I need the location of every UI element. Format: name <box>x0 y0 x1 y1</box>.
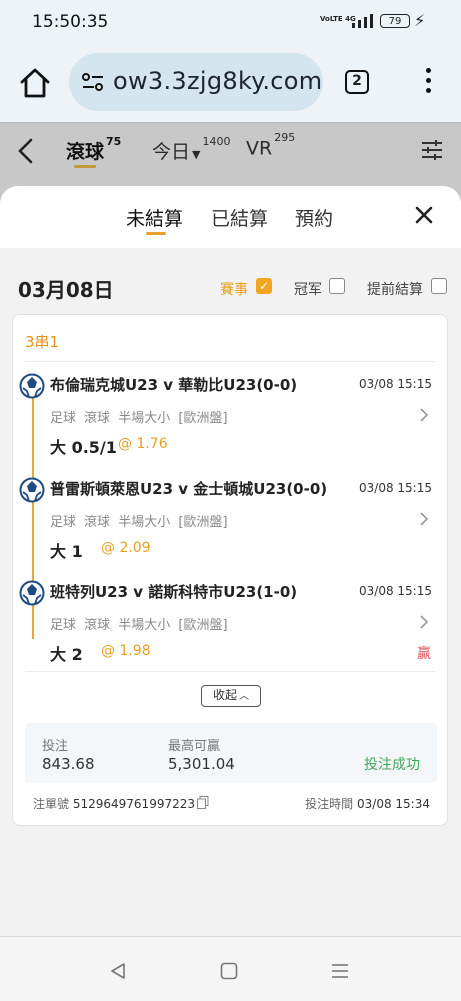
filter-event-checkbox[interactable]: ✓ <box>256 278 272 294</box>
market-info: 足球 滾球 半場大小 [歐洲盤] <box>50 618 228 633</box>
bet-leg[interactable]: 班特列U23 v 諾斯科特市U23(1-0) 03/08 15:15 足球 滾球… <box>13 580 449 684</box>
system-nav-bar <box>0 936 461 1001</box>
parlay-type: 3串1 <box>25 333 60 351</box>
ticket-value: 5129649761997223 <box>72 797 195 811</box>
status-bar: 15:50:35 VoLTE 4G 79 ⚡ <box>0 0 461 44</box>
match-name: 普雷斯頓萊恩U23 v 金士頓城U23(0-0) <box>50 480 328 498</box>
battery-icon: 79 <box>380 14 410 28</box>
divider <box>25 671 435 672</box>
more-menu-icon[interactable] <box>424 68 432 98</box>
tab-unsettled[interactable]: 未結算 <box>126 204 184 235</box>
bet-card: 3串1 布倫瑞克城U23 v 華勒比U23(0-0) 03/08 15:15 足… <box>12 314 448 826</box>
active-tab-underline <box>146 232 166 235</box>
bet-status: 投注成功 <box>364 757 420 773</box>
soccer-ball-icon <box>19 580 45 606</box>
status-time: 15:50:35 <box>32 12 109 32</box>
stake-label: 投注 <box>42 739 69 754</box>
selection: 大 2 <box>50 645 83 664</box>
filter-event-label: 賽事 <box>220 282 248 298</box>
collapse-label: 收起 <box>212 688 237 702</box>
tab-vr-count: 295 <box>274 131 296 144</box>
bet-time: 投注時間 03/08 15:34 <box>305 795 430 812</box>
tab-rolling-count: 75 <box>106 134 122 148</box>
odds: @ 1.76 <box>118 436 168 452</box>
filter-champion-checkbox[interactable] <box>329 278 345 294</box>
tab-unsettled-label: 未結算 <box>126 208 184 230</box>
max-win-label: 最高可贏 <box>168 739 221 754</box>
nav-back-icon[interactable] <box>108 961 128 981</box>
match-time: 03/08 15:15 <box>359 584 432 598</box>
tab-today[interactable]: 今日 ▼1400 <box>152 134 231 164</box>
odds: @ 2.09 <box>101 540 151 556</box>
stake-summary: 投注 843.68 最高可贏 5,301.04 投注成功 <box>25 723 437 783</box>
chevron-right-icon[interactable] <box>419 407 429 423</box>
home-icon[interactable] <box>18 66 52 100</box>
bet-date: 03月08日 <box>18 278 114 302</box>
market-info: 足球 滾球 半場大小 [歐洲盤] <box>50 411 228 426</box>
match-name: 布倫瑞克城U23 v 華勒比U23(0-0) <box>50 376 298 394</box>
chevron-right-icon[interactable] <box>419 614 429 630</box>
market-info: 足球 滾球 半場大小 [歐洲盤] <box>50 515 228 530</box>
address-bar[interactable]: ow3.3zjg8ky.com <box>69 53 323 111</box>
tab-today-count: 1400 <box>202 134 231 148</box>
back-arrow-icon[interactable] <box>14 137 38 165</box>
date-filter-row: 03月08日 賽事 ✓ 冠军 提前結算 <box>0 274 461 304</box>
tab-vr-label: VR <box>246 137 273 160</box>
divider <box>25 361 435 362</box>
odds: @ 1.98 <box>101 643 151 659</box>
selection: 大 1 <box>50 542 83 561</box>
collapse-button[interactable]: 收起 ︿ <box>201 685 261 707</box>
signal-bars-icon <box>352 14 373 28</box>
tab-settled[interactable]: 已結算 <box>211 204 268 231</box>
filter-sliders-icon[interactable] <box>420 138 444 162</box>
url-text: ow3.3zjg8ky.com <box>113 67 323 95</box>
site-settings-icon[interactable] <box>81 72 105 92</box>
nav-home-icon[interactable] <box>219 961 239 981</box>
selection: 大 0.5/1 <box>50 438 117 457</box>
leg-result: 贏 <box>417 646 431 662</box>
close-icon[interactable] <box>414 205 434 225</box>
nav-recents-icon[interactable] <box>330 961 350 981</box>
stake-value: 843.68 <box>42 755 95 773</box>
tab-rolling-label: 滾球 <box>66 141 105 163</box>
tab-vr[interactable]: VR 295 <box>246 131 295 160</box>
active-tab-underline <box>74 165 96 168</box>
bet-time-label: 投注時間 <box>305 797 354 811</box>
filter-cashout-label: 提前結算 <box>367 282 423 298</box>
bet-leg[interactable]: 布倫瑞克城U23 v 華勒比U23(0-0) 03/08 15:15 足球 滾球… <box>13 373 449 477</box>
browser-toolbar: ow3.3zjg8ky.com 2 <box>0 44 461 122</box>
tab-today-label: 今日 <box>152 141 191 163</box>
soccer-ball-icon <box>19 373 45 399</box>
bet-time-value: 03/08 15:34 <box>357 797 430 811</box>
bet-history-sheet: 未結算 已結算 預約 03月08日 賽事 ✓ 冠军 提前結算 3串1 布倫瑞克城… <box>0 186 461 936</box>
match-time: 03/08 15:15 <box>359 377 432 391</box>
bet-leg[interactable]: 普雷斯頓萊恩U23 v 金士頓城U23(0-0) 03/08 15:15 足球 … <box>13 477 449 581</box>
tab-reserved-label: 預約 <box>295 208 334 230</box>
charging-icon: ⚡ <box>414 11 426 30</box>
tab-reserved[interactable]: 預約 <box>295 204 333 231</box>
battery-level: 79 <box>388 16 402 27</box>
sheet-header: 未結算 已結算 預約 <box>0 186 461 248</box>
tab-settled-label: 已結算 <box>211 208 269 230</box>
ticket-label: 注單號 <box>33 797 70 811</box>
match-time: 03/08 15:15 <box>359 481 432 495</box>
tab-rolling[interactable]: 滾球 75 <box>66 134 122 168</box>
copy-icon[interactable] <box>197 796 209 809</box>
match-name: 班特列U23 v 諾斯科特市U23(1-0) <box>50 583 298 601</box>
max-win-value: 5,301.04 <box>168 755 235 773</box>
chevron-down-icon: ▼ <box>192 148 201 161</box>
filter-champion-label: 冠军 <box>294 282 322 298</box>
filter-cashout-checkbox[interactable] <box>431 278 447 294</box>
tab-switcher-button[interactable]: 2 <box>345 70 369 94</box>
chevron-up-icon: ︿ <box>239 691 249 702</box>
ticket-number: 注單號 5129649761997223 <box>33 795 195 812</box>
chevron-right-icon[interactable] <box>419 511 429 527</box>
soccer-ball-icon <box>19 477 45 503</box>
